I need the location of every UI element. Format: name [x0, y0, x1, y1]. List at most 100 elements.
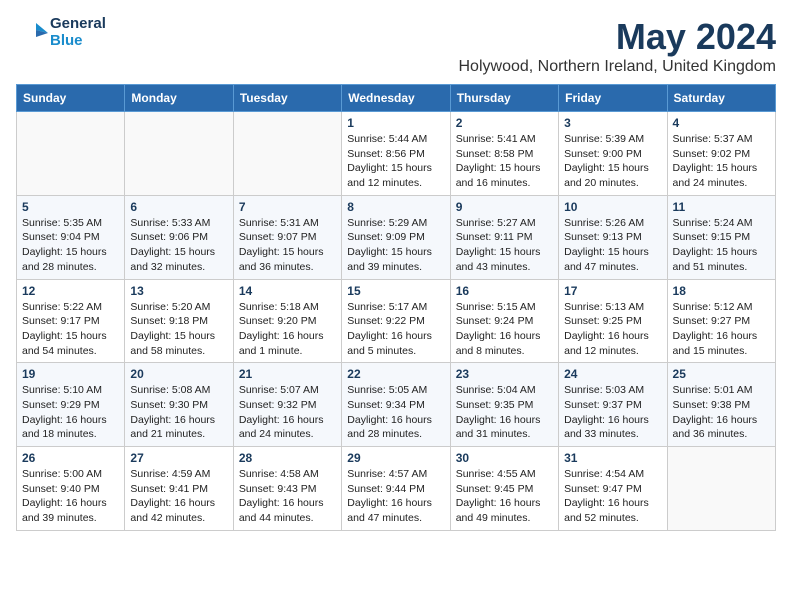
- day-info: Sunrise: 5:39 AM Sunset: 9:00 PM Dayligh…: [564, 132, 661, 191]
- logo-svg: [16, 17, 48, 49]
- day-number: 6: [130, 200, 227, 214]
- day-info: Sunrise: 4:54 AM Sunset: 9:47 PM Dayligh…: [564, 467, 661, 526]
- calendar-cell: 8 Sunrise: 5:29 AM Sunset: 9:09 PM Daylig…: [342, 195, 450, 279]
- day-info: Sunrise: 5:41 AM Sunset: 8:58 PM Dayligh…: [456, 132, 553, 191]
- day-info: Sunrise: 5:05 AM Sunset: 9:34 PM Dayligh…: [347, 383, 444, 442]
- calendar-cell: 15 Sunrise: 5:17 AM Sunset: 9:22 PM Dayli…: [342, 279, 450, 363]
- calendar-cell: 25 Sunrise: 5:01 AM Sunset: 9:38 PM Dayli…: [667, 363, 775, 447]
- calendar-cell: 14 Sunrise: 5:18 AM Sunset: 9:20 PM Dayli…: [233, 279, 341, 363]
- day-number: 18: [673, 284, 770, 298]
- day-number: 15: [347, 284, 444, 298]
- day-number: 1: [347, 116, 444, 130]
- day-info: Sunrise: 5:44 AM Sunset: 8:56 PM Dayligh…: [347, 132, 444, 191]
- day-number: 28: [239, 451, 336, 465]
- day-number: 24: [564, 367, 661, 381]
- calendar-cell: 13 Sunrise: 5:20 AM Sunset: 9:18 PM Dayli…: [125, 279, 233, 363]
- day-info: Sunrise: 4:55 AM Sunset: 9:45 PM Dayligh…: [456, 467, 553, 526]
- logo-general: General: [50, 16, 106, 33]
- calendar-cell: 6 Sunrise: 5:33 AM Sunset: 9:06 PM Daylig…: [125, 195, 233, 279]
- calendar-cell: 27Sunrise: 4:59 AM Sunset: 9:41 PM Dayli…: [125, 447, 233, 531]
- logo: General Blue: [16, 16, 106, 49]
- month-title: May 2024: [459, 16, 777, 58]
- day-info: Sunrise: 5:31 AM Sunset: 9:07 PM Dayligh…: [239, 216, 336, 275]
- day-number: 25: [673, 367, 770, 381]
- day-number: 14: [239, 284, 336, 298]
- weekday-header: Friday: [559, 85, 667, 112]
- calendar-cell: 16 Sunrise: 5:15 AM Sunset: 9:24 PM Dayli…: [450, 279, 558, 363]
- calendar-cell: 4Sunrise: 5:37 AM Sunset: 9:02 PM Daylig…: [667, 112, 775, 196]
- calendar-cell: 29Sunrise: 4:57 AM Sunset: 9:44 PM Dayli…: [342, 447, 450, 531]
- day-number: 20: [130, 367, 227, 381]
- calendar-cell: 22 Sunrise: 5:05 AM Sunset: 9:34 PM Dayli…: [342, 363, 450, 447]
- day-number: 2: [456, 116, 553, 130]
- calendar-cell: 7 Sunrise: 5:31 AM Sunset: 9:07 PM Daylig…: [233, 195, 341, 279]
- calendar-cell: 10Sunrise: 5:26 AM Sunset: 9:13 PM Dayli…: [559, 195, 667, 279]
- day-number: 22: [347, 367, 444, 381]
- day-info: Sunrise: 5:15 AM Sunset: 9:24 PM Dayligh…: [456, 300, 553, 359]
- calendar-cell: 2 Sunrise: 5:41 AM Sunset: 8:58 PM Daylig…: [450, 112, 558, 196]
- day-info: Sunrise: 5:29 AM Sunset: 9:09 PM Dayligh…: [347, 216, 444, 275]
- day-info: Sunrise: 5:01 AM Sunset: 9:38 PM Dayligh…: [673, 383, 770, 442]
- day-info: Sunrise: 5:26 AM Sunset: 9:13 PM Dayligh…: [564, 216, 661, 275]
- location: Holywood, Northern Ireland, United Kingd…: [459, 58, 777, 76]
- calendar-cell: 28 Sunrise: 4:58 AM Sunset: 9:43 PM Dayli…: [233, 447, 341, 531]
- day-number: 12: [22, 284, 119, 298]
- day-number: 3: [564, 116, 661, 130]
- calendar-cell: 11 Sunrise: 5:24 AM Sunset: 9:15 PM Dayli…: [667, 195, 775, 279]
- calendar-cell: 17Sunrise: 5:13 AM Sunset: 9:25 PM Dayli…: [559, 279, 667, 363]
- day-info: Sunrise: 5:04 AM Sunset: 9:35 PM Dayligh…: [456, 383, 553, 442]
- day-info: Sunrise: 5:08 AM Sunset: 9:30 PM Dayligh…: [130, 383, 227, 442]
- calendar-week-row: 1 Sunrise: 5:44 AM Sunset: 8:56 PM Daylig…: [17, 112, 776, 196]
- day-number: 13: [130, 284, 227, 298]
- calendar-cell: 9 Sunrise: 5:27 AM Sunset: 9:11 PM Daylig…: [450, 195, 558, 279]
- title-block: May 2024 Holywood, Northern Ireland, Uni…: [459, 16, 777, 76]
- day-number: 11: [673, 200, 770, 214]
- day-info: Sunrise: 5:10 AM Sunset: 9:29 PM Dayligh…: [22, 383, 119, 442]
- calendar-cell: 18 Sunrise: 5:12 AM Sunset: 9:27 PM Dayli…: [667, 279, 775, 363]
- day-info: Sunrise: 5:27 AM Sunset: 9:11 PM Dayligh…: [456, 216, 553, 275]
- weekday-header: Saturday: [667, 85, 775, 112]
- calendar-cell: [667, 447, 775, 531]
- calendar-cell: [233, 112, 341, 196]
- calendar-cell: 23Sunrise: 5:04 AM Sunset: 9:35 PM Dayli…: [450, 363, 558, 447]
- calendar-cell: 21 Sunrise: 5:07 AM Sunset: 9:32 PM Dayli…: [233, 363, 341, 447]
- weekday-header: Monday: [125, 85, 233, 112]
- day-number: 8: [347, 200, 444, 214]
- calendar-cell: 12 Sunrise: 5:22 AM Sunset: 9:17 PM Dayli…: [17, 279, 125, 363]
- day-number: 5: [22, 200, 119, 214]
- day-info: Sunrise: 5:33 AM Sunset: 9:06 PM Dayligh…: [130, 216, 227, 275]
- day-number: 16: [456, 284, 553, 298]
- calendar-week-row: 5 Sunrise: 5:35 AM Sunset: 9:04 PM Daylig…: [17, 195, 776, 279]
- day-info: Sunrise: 5:13 AM Sunset: 9:25 PM Dayligh…: [564, 300, 661, 359]
- day-info: Sunrise: 5:18 AM Sunset: 9:20 PM Dayligh…: [239, 300, 336, 359]
- calendar-week-row: 12 Sunrise: 5:22 AM Sunset: 9:17 PM Dayli…: [17, 279, 776, 363]
- day-info: Sunrise: 5:24 AM Sunset: 9:15 PM Dayligh…: [673, 216, 770, 275]
- day-info: Sunrise: 5:20 AM Sunset: 9:18 PM Dayligh…: [130, 300, 227, 359]
- day-info: Sunrise: 5:17 AM Sunset: 9:22 PM Dayligh…: [347, 300, 444, 359]
- calendar-cell: [17, 112, 125, 196]
- calendar-table: SundayMondayTuesdayWednesdayThursdayFrid…: [16, 84, 776, 531]
- day-info: Sunrise: 5:22 AM Sunset: 9:17 PM Dayligh…: [22, 300, 119, 359]
- page-header: General Blue May 2024 Holywood, Northern…: [16, 16, 776, 76]
- weekday-header: Wednesday: [342, 85, 450, 112]
- day-number: 30: [456, 451, 553, 465]
- day-info: Sunrise: 5:00 AM Sunset: 9:40 PM Dayligh…: [22, 467, 119, 526]
- day-number: 7: [239, 200, 336, 214]
- day-number: 21: [239, 367, 336, 381]
- weekday-header: Tuesday: [233, 85, 341, 112]
- calendar-cell: 31 Sunrise: 4:54 AM Sunset: 9:47 PM Dayli…: [559, 447, 667, 531]
- day-number: 31: [564, 451, 661, 465]
- calendar-cell: 20 Sunrise: 5:08 AM Sunset: 9:30 PM Dayli…: [125, 363, 233, 447]
- calendar-week-row: 26 Sunrise: 5:00 AM Sunset: 9:40 PM Dayli…: [17, 447, 776, 531]
- day-number: 9: [456, 200, 553, 214]
- calendar-cell: 19Sunrise: 5:10 AM Sunset: 9:29 PM Dayli…: [17, 363, 125, 447]
- day-info: Sunrise: 5:35 AM Sunset: 9:04 PM Dayligh…: [22, 216, 119, 275]
- day-number: 26: [22, 451, 119, 465]
- day-info: Sunrise: 5:12 AM Sunset: 9:27 PM Dayligh…: [673, 300, 770, 359]
- calendar-header-row: SundayMondayTuesdayWednesdayThursdayFrid…: [17, 85, 776, 112]
- day-info: Sunrise: 4:58 AM Sunset: 9:43 PM Dayligh…: [239, 467, 336, 526]
- calendar-cell: [125, 112, 233, 196]
- day-info: Sunrise: 4:57 AM Sunset: 9:44 PM Dayligh…: [347, 467, 444, 526]
- calendar-cell: 3 Sunrise: 5:39 AM Sunset: 9:00 PM Daylig…: [559, 112, 667, 196]
- day-info: Sunrise: 5:07 AM Sunset: 9:32 PM Dayligh…: [239, 383, 336, 442]
